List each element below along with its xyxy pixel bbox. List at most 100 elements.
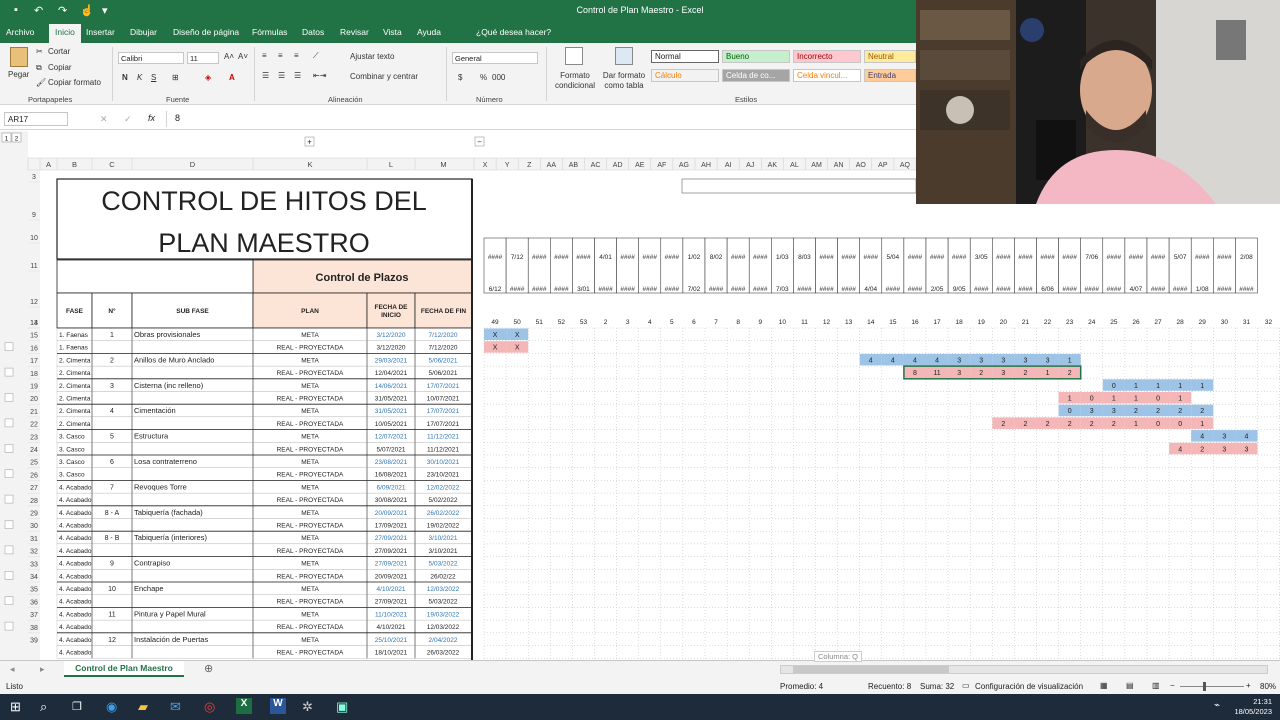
align-left-icon[interactable]: ☰: [262, 71, 269, 80]
prev-sheet-icon[interactable]: ◂: [10, 664, 15, 675]
align-right-icon[interactable]: ☰: [294, 71, 301, 80]
scrollbar-thumb[interactable]: [793, 666, 949, 673]
wrap-text-button[interactable]: Ajustar texto: [350, 52, 394, 61]
zoom-level[interactable]: 80%: [1260, 682, 1276, 691]
add-sheet-icon[interactable]: ⊕: [204, 662, 213, 675]
fill-color-icon[interactable]: ◈: [205, 73, 211, 82]
tab-8[interactable]: Vista: [383, 27, 402, 37]
cut-button[interactable]: Cortar: [48, 47, 70, 56]
borders-icon[interactable]: ⊞: [172, 73, 179, 82]
tab-4[interactable]: Diseño de página: [173, 27, 239, 37]
underline-button[interactable]: S: [151, 73, 156, 82]
align-center-icon[interactable]: ☰: [278, 71, 285, 80]
format-painter-button[interactable]: Copiar formato: [48, 78, 101, 87]
font-name-select[interactable]: Calibri: [118, 52, 184, 64]
normal-view-icon[interactable]: ▦: [1100, 681, 1108, 690]
edge-icon[interactable]: ◉: [106, 699, 117, 715]
style-incorrecto[interactable]: Incorrecto: [793, 50, 861, 63]
conditional-format-button[interactable]: Formato condicional: [553, 71, 597, 91]
style-entrada[interactable]: Entrada: [864, 69, 916, 82]
word-icon[interactable]: W: [270, 698, 286, 714]
zoom-in-icon[interactable]: +: [1246, 681, 1251, 690]
display-settings-button[interactable]: Configuración de visualización: [975, 682, 1083, 691]
task-view-icon[interactable]: ❐: [72, 700, 82, 713]
paste-button[interactable]: Pegar: [8, 70, 29, 79]
zoom-out-icon[interactable]: −: [1170, 681, 1175, 690]
redo-icon[interactable]: ↷: [58, 4, 67, 17]
italic-button[interactable]: K: [137, 73, 142, 82]
undo-icon[interactable]: ↶: [34, 4, 43, 17]
tab-3[interactable]: Dibujar: [130, 27, 157, 37]
percent-button[interactable]: %: [480, 73, 487, 82]
align-top-icon[interactable]: ≡: [262, 51, 267, 60]
page-layout-icon[interactable]: ▤: [1126, 681, 1134, 690]
mail-icon[interactable]: ✉: [170, 699, 181, 715]
excel-icon[interactable]: X: [236, 698, 252, 714]
start-icon[interactable]: ⊞: [10, 699, 21, 715]
format-painter-icon[interactable]: 🖌: [36, 78, 46, 87]
tab-2[interactable]: Insertar: [86, 27, 115, 37]
clock-date[interactable]: 18/05/2023: [1226, 707, 1272, 716]
grow-font-icon[interactable]: A˄: [224, 52, 234, 61]
horizontal-scrollbar[interactable]: [780, 665, 1268, 674]
style-calculo[interactable]: Cálculo: [651, 69, 719, 82]
bold-button[interactable]: N: [122, 73, 128, 82]
shrink-font-icon[interactable]: A˅: [238, 52, 248, 61]
style-normal[interactable]: Normal: [651, 50, 719, 63]
paste-icon[interactable]: [10, 47, 28, 67]
align-bottom-icon[interactable]: ≡: [294, 51, 299, 60]
search-icon[interactable]: ⌕: [40, 699, 47, 715]
style-neutral[interactable]: Neutral: [864, 50, 916, 63]
format-table-button[interactable]: Dar formato como tabla: [600, 71, 648, 91]
tab-0[interactable]: Archivo: [6, 27, 34, 37]
copy-icon[interactable]: ⧉: [36, 63, 42, 73]
orientation-icon[interactable]: ⟋: [313, 51, 319, 61]
style-celda-vinculada[interactable]: Celda vincul...: [793, 69, 861, 82]
file-explorer-icon[interactable]: ▰: [138, 699, 148, 715]
status-count[interactable]: Recuento: 8: [868, 682, 911, 691]
save-icon[interactable]: ▪: [14, 4, 18, 16]
tab-10[interactable]: ¿Qué desea hacer?: [476, 27, 551, 37]
table-row: [56, 454, 473, 468]
tab-5[interactable]: Fórmulas: [252, 27, 287, 37]
app-icon[interactable]: ✲: [302, 699, 313, 715]
cut-icon[interactable]: ✂: [36, 47, 43, 56]
tab-1[interactable]: Inicio: [49, 24, 81, 43]
name-box[interactable]: AR17: [4, 112, 68, 126]
style-celda-comprobacion[interactable]: Celda de co...: [722, 69, 790, 82]
currency-icon[interactable]: $: [458, 73, 462, 82]
enter-icon[interactable]: ✓: [124, 114, 132, 125]
cancel-icon[interactable]: ✕: [100, 114, 108, 125]
zoom-slider[interactable]: [1180, 686, 1244, 687]
snip-icon[interactable]: ▣: [336, 699, 348, 715]
format-table-icon[interactable]: [615, 47, 633, 65]
font-color-icon[interactable]: A: [229, 73, 235, 82]
next-sheet-icon[interactable]: ▸: [40, 664, 45, 675]
tab-6[interactable]: Datos: [302, 27, 324, 37]
display-settings-icon[interactable]: ▭: [962, 681, 970, 690]
style-bueno[interactable]: Bueno: [722, 50, 790, 63]
customize-qat-icon[interactable]: ▾: [102, 4, 108, 17]
status-average[interactable]: Promedio: 4: [780, 682, 823, 691]
merge-center-button[interactable]: Combinar y centrar: [350, 72, 418, 81]
conditional-format-icon[interactable]: [565, 47, 583, 65]
thousands-button[interactable]: 000: [492, 73, 505, 82]
align-middle-icon[interactable]: ≡: [278, 51, 283, 60]
touch-mode-icon[interactable]: ☝: [80, 4, 94, 17]
zoom-slider-thumb[interactable]: [1203, 682, 1206, 691]
tray-icon[interactable]: ⌁: [1214, 700, 1220, 711]
formula-input[interactable]: 8: [166, 111, 914, 127]
page-break-icon[interactable]: ▥: [1152, 681, 1160, 690]
worksheet-grid[interactable]: 1 2 + − A B C D K L M X Y Z AA AB AC AD AE AF AG AH AI AJ AK AL AM…: [0, 131, 1280, 660]
clock-time[interactable]: 21:31: [1236, 697, 1272, 706]
insert-function-button[interactable]: fx: [148, 113, 155, 123]
font-size-select[interactable]: 11: [187, 52, 219, 64]
sheet-tab-control[interactable]: Control de Plan Maestro: [64, 661, 184, 677]
copy-button[interactable]: Copiar: [48, 63, 72, 72]
chrome-icon[interactable]: ◎: [204, 699, 215, 715]
tab-9[interactable]: Ayuda: [417, 27, 441, 37]
indent-icon[interactable]: ⇤⇥: [313, 71, 326, 80]
tab-7[interactable]: Revisar: [340, 27, 369, 37]
status-sum[interactable]: Suma: 32: [920, 682, 954, 691]
number-format-select[interactable]: General: [452, 52, 538, 64]
